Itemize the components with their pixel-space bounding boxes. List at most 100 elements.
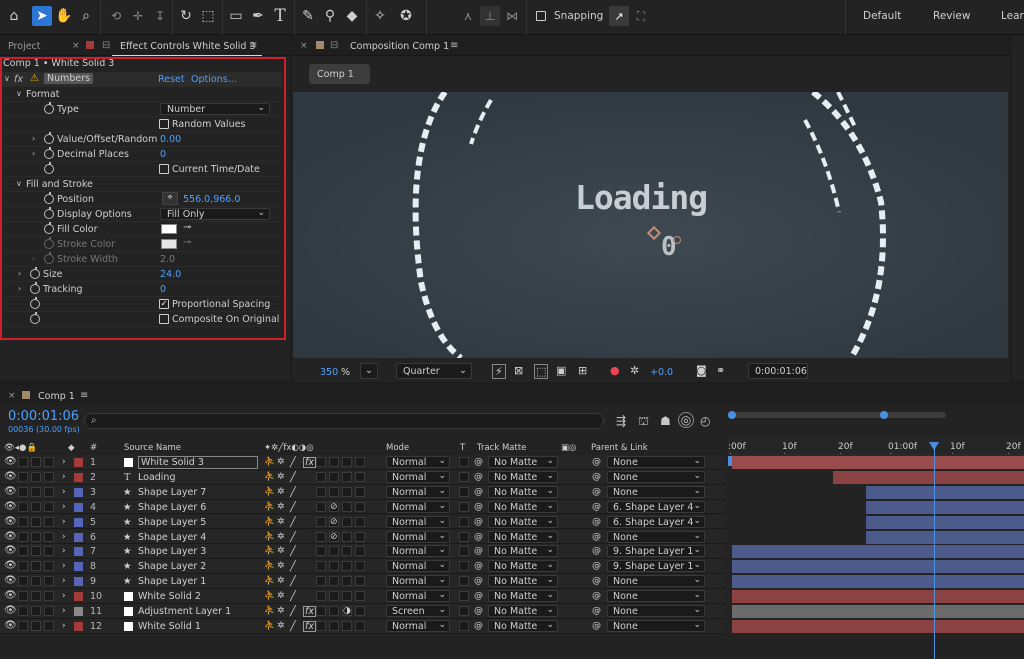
collapse-switch-icon[interactable]: ✲ [277,546,285,556]
pick-whip-icon[interactable]: @ [474,532,483,542]
lock-toggle[interactable] [44,531,54,542]
extra-toggle[interactable] [355,620,365,631]
blend-mode-dropdown[interactable]: Screen ⌄ [386,605,450,617]
audio-toggle[interactable] [18,591,28,602]
orbit-tool-icon[interactable]: ⟲ [106,6,126,26]
solo-toggle[interactable] [31,531,41,542]
blend-mode-dropdown[interactable]: Normal ⌄ [386,560,450,573]
dolly-tool-icon[interactable]: ↧ [150,6,170,26]
layer-name[interactable]: Loading [138,472,175,483]
extra-toggle[interactable] [355,531,365,542]
motion-blur-toggle[interactable] [316,576,326,587]
track-matte-dropdown[interactable]: No Matte ⌄ [488,605,558,617]
layer-name[interactable]: Shape Layer 2 [138,561,206,572]
fast-previews-icon[interactable]: ⚡ [492,364,506,379]
stopwatch-icon[interactable] [30,267,40,279]
lock-toggle[interactable] [44,591,54,602]
solo-toggle[interactable] [31,591,41,602]
twirl-right-icon[interactable]: › [32,149,35,158]
lock-toggle[interactable] [44,471,54,482]
extra-toggle[interactable] [355,486,365,497]
puppet-tool-icon[interactable]: ✪ [396,6,416,26]
visibility-eye-icon[interactable]: 👁 [4,486,17,497]
snapping-checkbox[interactable] [536,11,546,21]
shy-switch-icon[interactable]: ⛹ [264,621,275,631]
twirl-right-icon[interactable]: › [62,606,66,616]
solo-toggle[interactable] [31,516,41,527]
label-color-swatch[interactable] [74,621,83,631]
selection-tool-icon[interactable]: ➤ [32,6,52,26]
audio-toggle[interactable] [18,576,28,587]
pick-whip-icon[interactable]: @ [474,457,483,467]
format-group-row[interactable]: ∨ Format [2,87,282,102]
stopwatch-icon[interactable] [44,222,54,234]
lock-icon[interactable]: ⊟ [330,40,338,51]
layer-duration-bar[interactable] [866,530,1024,544]
shy-switch-icon[interactable]: ⛹ [264,487,275,497]
audio-toggle[interactable] [18,620,28,631]
parent-dropdown[interactable]: 6. Shape Layer 4 ⌄ [607,515,705,528]
eraser-tool-icon[interactable]: ◆ [342,6,362,26]
zoom-value[interactable]: 350 [320,367,338,378]
snapshot-icon[interactable]: ◙ [696,364,707,377]
work-area-end-handle[interactable] [880,411,888,419]
parent-pick-whip-icon[interactable]: @ [592,502,601,512]
layer-duration-bar[interactable] [833,470,1024,484]
blend-mode-dropdown[interactable]: Normal ⌄ [386,485,450,498]
3d-toggle[interactable] [342,486,352,497]
quality-switch-icon[interactable]: ╱ [290,457,296,468]
fx-icon[interactable]: fx [14,74,23,85]
adjustment-toggle[interactable] [329,620,339,631]
twirl-right-icon[interactable]: › [62,487,66,497]
audio-toggle[interactable] [18,531,28,542]
options-link[interactable]: Options... [191,74,237,85]
collapse-switch-icon[interactable]: ✲ [277,457,285,467]
preserve-transparency-toggle[interactable] [459,531,469,542]
timecode-box[interactable]: 0:00:01:06 [748,363,808,379]
twirl-right-icon[interactable]: › [32,134,35,143]
home-icon[interactable]: ⌂ [4,6,24,26]
collapse-switch-icon[interactable]: ✲ [277,487,285,497]
work-area-bar[interactable] [728,412,946,418]
playhead-handle[interactable] [929,442,939,450]
motion-blur-toggle[interactable] [316,546,326,557]
workspace-review[interactable]: Review [933,10,970,22]
shy-layers-icon[interactable]: ☗ [660,414,671,428]
label-color-swatch[interactable] [74,532,83,542]
effect-name[interactable]: Numbers [44,73,94,84]
motion-blur-toggle[interactable] [316,531,326,542]
hand-tool-icon[interactable]: ✋ [54,6,74,26]
comp-breadcrumb-button[interactable]: Comp 1 [309,64,370,84]
lock-toggle[interactable] [44,457,54,467]
size-value[interactable]: 24.0 [160,269,181,280]
preserve-transparency-toggle[interactable] [459,501,469,512]
lock-toggle[interactable] [44,501,54,512]
twirl-right-icon[interactable]: › [62,532,66,542]
layer-name[interactable]: Shape Layer 7 [138,487,206,498]
parent-pick-whip-icon[interactable]: @ [592,517,601,527]
track-matte-header[interactable]: Track Matte [477,443,526,453]
track-matte-dropdown[interactable]: No Matte ⌄ [488,456,558,468]
local-axis-icon[interactable]: ⋏ [458,6,478,26]
lock-toggle[interactable] [44,620,54,631]
parent-pick-whip-icon[interactable]: @ [592,487,601,497]
pick-whip-icon[interactable]: @ [474,561,483,571]
audio-toggle[interactable] [18,486,28,497]
audio-toggle[interactable] [18,516,28,527]
quality-switch-icon[interactable]: ╱ [290,561,296,572]
snap-features-icon[interactable]: ⛶ [631,6,651,26]
motion-blur-toggle[interactable] [316,620,326,631]
snap-edges-icon[interactable]: ↗ [609,6,629,26]
layer-row[interactable]: 👁 › 6 ★ Shape Layer 4 ⛹ ✲ ╱ ⊘ Normal ⌄ @ No Matte ⌄ @ N… [0,529,726,545]
color-management-icon[interactable]: ✲ [630,364,639,377]
layer-row[interactable]: 👁 › 7 ★ Shape Layer 3 ⛹ ✲ ╱ Normal ⌄ @ No Matte ⌄ @9.… [0,544,726,560]
layer-row[interactable]: 👁 › 8 ★ Shape Layer 2 ⛹ ✲ ╱ Normal ⌄ @ No Matte ⌄ @9.… [0,559,726,575]
layer-duration-bar[interactable] [732,590,1024,604]
brush-tool-icon[interactable]: ✎ [298,6,318,26]
adjustment-toggle[interactable] [329,457,339,467]
collapse-switch-icon[interactable]: ✲ [277,606,285,616]
work-area-start-handle[interactable] [728,411,736,419]
stopwatch-icon[interactable] [44,207,54,219]
3d-toggle[interactable] [342,620,352,631]
visibility-eye-icon[interactable]: 👁 [4,620,17,631]
